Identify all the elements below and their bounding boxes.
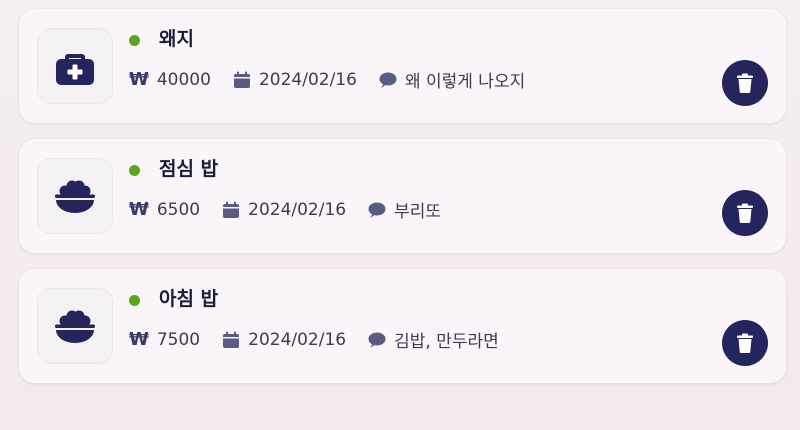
- expense-card[interactable]: 아침 밥 ₩ 7500 2024/02/16 김밥, 만두라면: [19, 269, 786, 383]
- amount-group: ₩ 6500: [129, 199, 200, 220]
- date-group: 2024/02/16: [222, 330, 346, 350]
- memo-group: 왜 이렇게 나오지: [379, 67, 525, 92]
- calendar-icon: [222, 201, 240, 219]
- memo-group: 부리또: [368, 197, 441, 222]
- medical-kit-icon: [56, 54, 94, 85]
- comment-icon: [379, 71, 397, 89]
- expense-meta: ₩ 6500 2024/02/16 부리또: [129, 197, 463, 222]
- expense-memo: 김밥, 만두라면: [394, 332, 499, 352]
- delete-button[interactable]: [722, 320, 768, 366]
- status-dot: [129, 295, 140, 306]
- trash-icon: [737, 203, 753, 223]
- expense-memo: 부리또: [394, 202, 442, 222]
- expense-meta: ₩ 40000 2024/02/16 왜 이렇게 나오지: [129, 67, 547, 92]
- expense-card[interactable]: 점심 밥 ₩ 6500 2024/02/16 부리또: [19, 139, 786, 253]
- memo-group: 김밥, 만두라면: [368, 327, 499, 352]
- won-icon: ₩: [129, 329, 149, 350]
- expense-amount: 40000: [156, 69, 211, 90]
- amount-group: ₩ 7500: [129, 329, 200, 350]
- category-icon-box: [37, 288, 113, 364]
- rice-bowl-icon: [55, 180, 95, 213]
- calendar-icon: [233, 71, 251, 89]
- expense-amount: 6500: [156, 199, 201, 220]
- category-icon-box: [37, 158, 113, 234]
- trash-icon: [737, 333, 753, 353]
- amount-group: ₩ 40000: [129, 69, 211, 90]
- expense-amount: 7500: [156, 329, 201, 350]
- expense-title: 아침 밥: [159, 288, 219, 310]
- won-icon: ₩: [129, 199, 149, 220]
- expense-meta: ₩ 7500 2024/02/16 김밥, 만두라면: [129, 327, 521, 352]
- expense-date: 2024/02/16: [258, 69, 357, 90]
- status-dot: [129, 165, 140, 176]
- date-group: 2024/02/16: [233, 70, 357, 90]
- delete-button[interactable]: [722, 60, 768, 106]
- expense-date: 2024/02/16: [248, 329, 347, 350]
- expense-list: 왜지 ₩ 40000 2024/02/16 왜 이렇게 나오지 점심 밥 ₩ 6…: [0, 0, 800, 430]
- rice-bowl-icon: [55, 310, 95, 343]
- comment-icon: [368, 331, 386, 349]
- date-group: 2024/02/16: [222, 200, 346, 220]
- trash-icon: [737, 73, 753, 93]
- calendar-icon: [222, 331, 240, 349]
- comment-icon: [368, 201, 386, 219]
- expense-title: 왜지: [159, 28, 194, 50]
- category-icon-box: [37, 28, 113, 104]
- expense-date: 2024/02/16: [248, 199, 347, 220]
- won-icon: ₩: [129, 69, 149, 90]
- expense-memo: 왜 이렇게 나오지: [404, 72, 526, 92]
- expense-title: 점심 밥: [159, 158, 219, 180]
- expense-card[interactable]: 왜지 ₩ 40000 2024/02/16 왜 이렇게 나오지: [19, 9, 786, 123]
- status-dot: [129, 35, 140, 46]
- delete-button[interactable]: [722, 190, 768, 236]
